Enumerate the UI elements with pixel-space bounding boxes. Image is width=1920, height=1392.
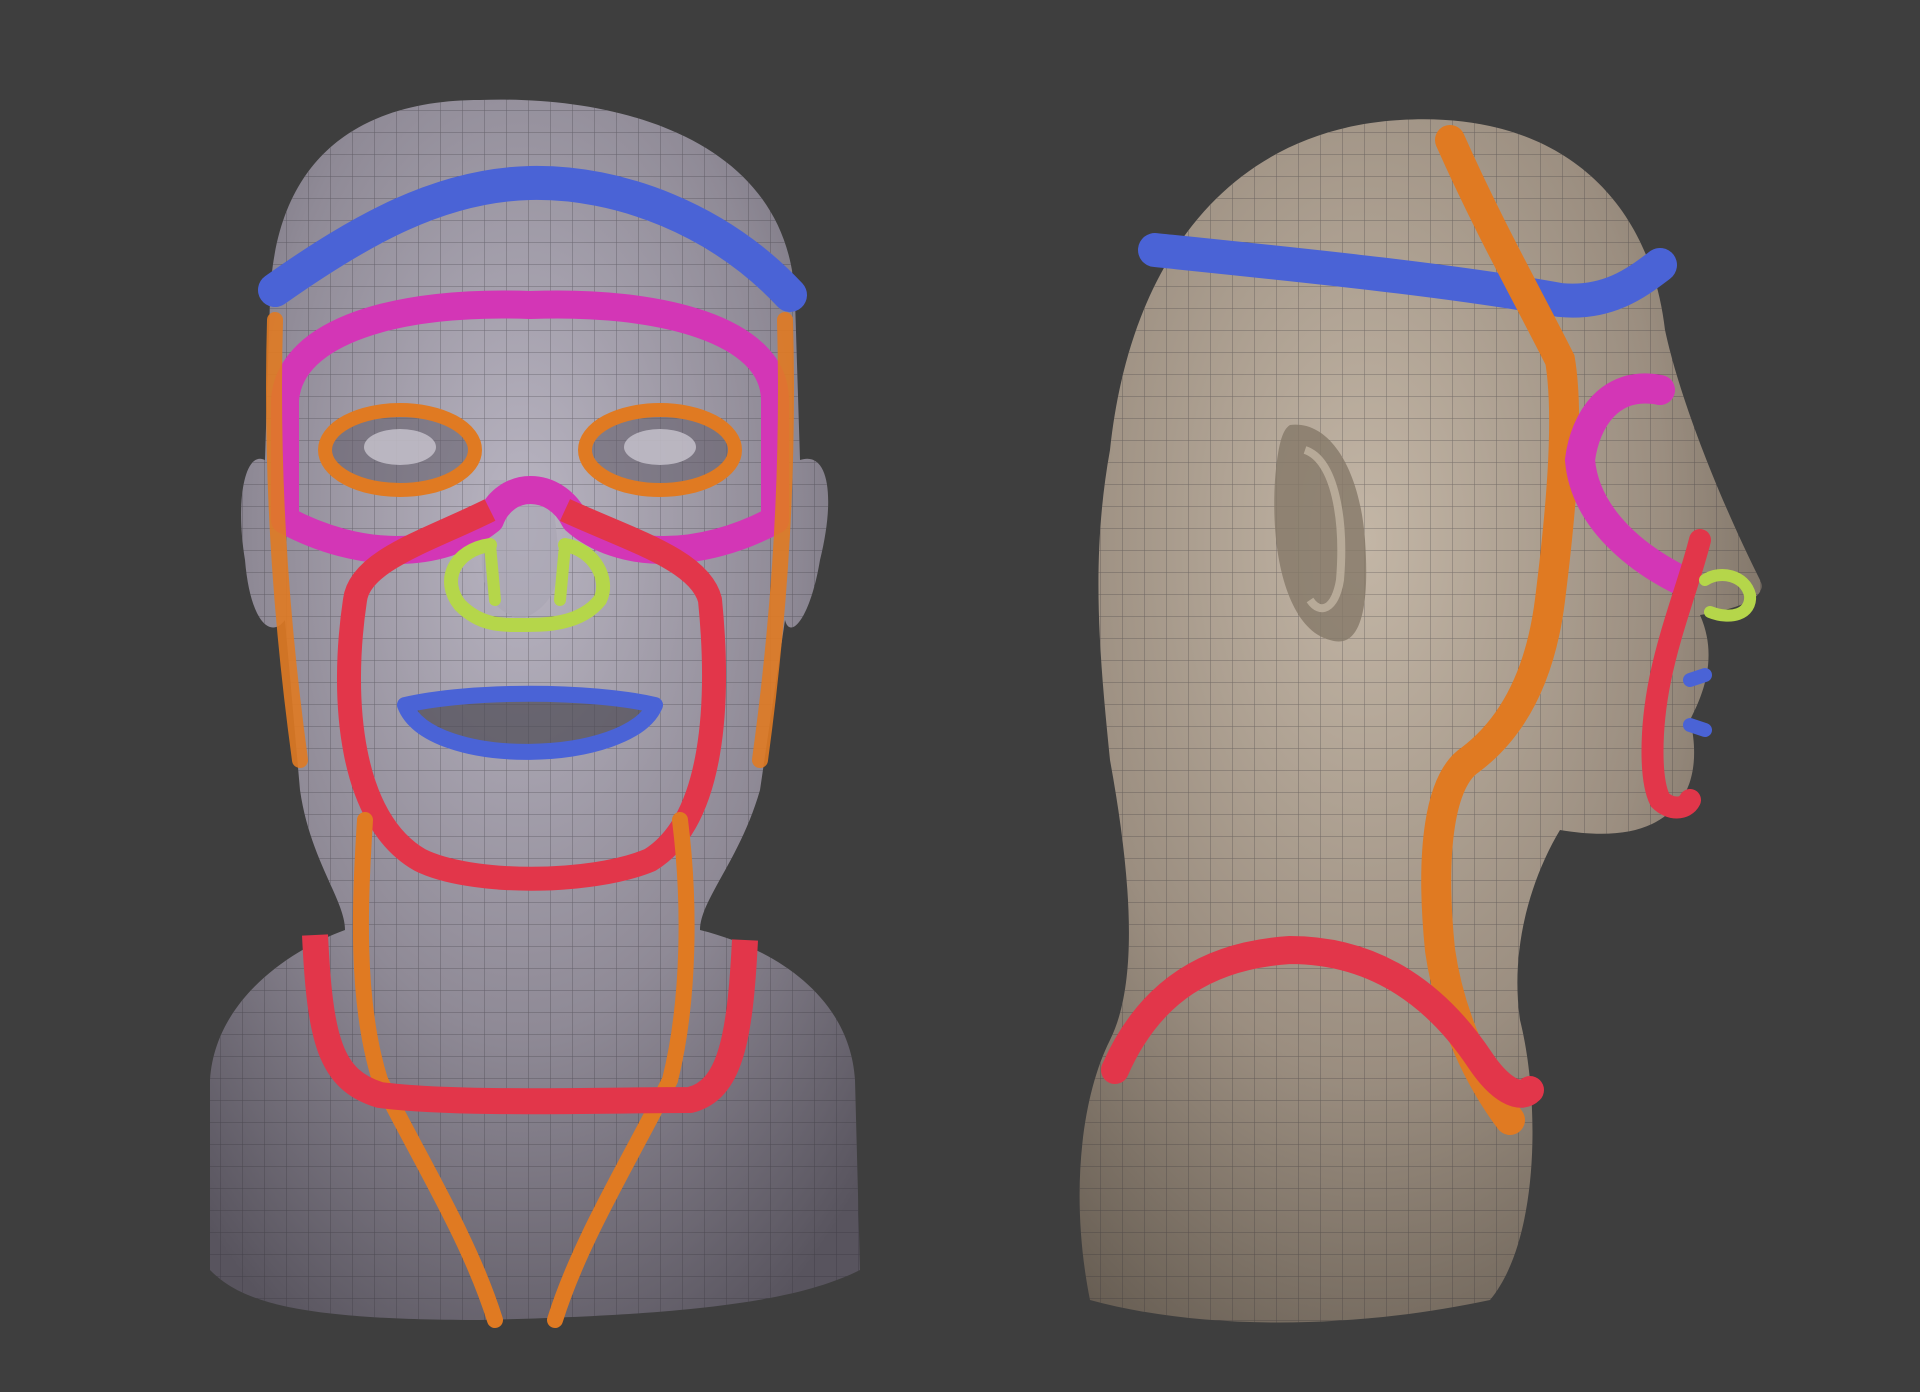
front-head-model [210, 99, 860, 1328]
head-topology-render [210, 99, 1762, 1328]
viewport-background [0, 0, 1920, 1392]
side-head-model [1079, 119, 1762, 1323]
